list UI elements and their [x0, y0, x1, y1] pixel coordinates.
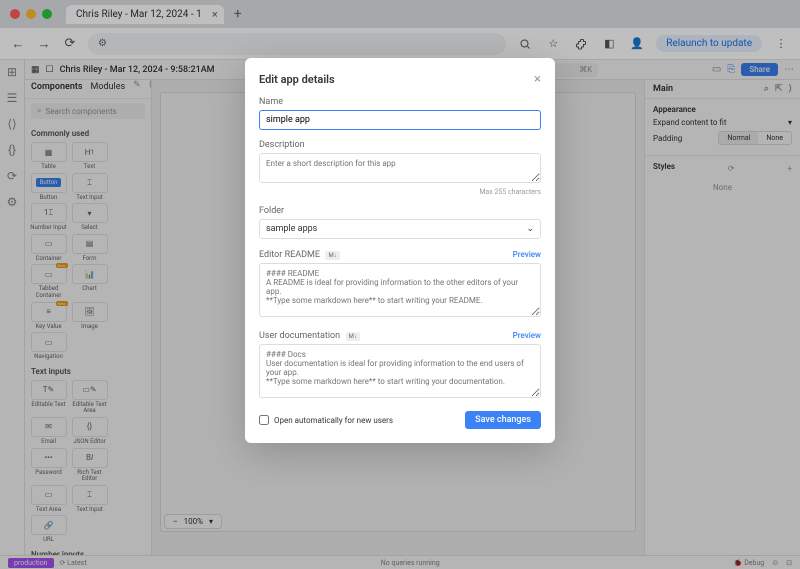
auto-open-input[interactable] — [259, 415, 269, 425]
description-label: Description — [259, 140, 541, 150]
docs-input[interactable] — [259, 344, 541, 398]
readme-input[interactable] — [259, 263, 541, 317]
save-button[interactable]: Save changes — [465, 411, 541, 429]
description-hint: Max 255 characters — [259, 188, 541, 196]
name-label: Name — [259, 97, 541, 107]
close-icon[interactable]: × — [534, 72, 541, 87]
modal-title: Edit app details — [259, 73, 335, 86]
auto-open-checkbox[interactable]: Open automatically for new users — [259, 415, 393, 425]
markdown-badge-icon: M↓ — [325, 251, 339, 260]
auto-open-label: Open automatically for new users — [274, 416, 393, 425]
folder-select[interactable]: sample apps ⌄ — [259, 219, 541, 239]
readme-preview-link[interactable]: Preview — [513, 250, 541, 259]
name-input[interactable] — [259, 110, 541, 130]
folder-value: sample apps — [266, 224, 317, 234]
folder-label: Folder — [259, 206, 541, 216]
edit-app-modal: Edit app details × Name Description Max … — [245, 58, 555, 443]
description-input[interactable] — [259, 153, 541, 183]
docs-label: User documentation — [259, 331, 340, 341]
markdown-badge-icon: M↓ — [346, 332, 360, 341]
modal-overlay[interactable]: Edit app details × Name Description Max … — [0, 0, 800, 569]
docs-preview-link[interactable]: Preview — [513, 331, 541, 340]
readme-label: Editor README — [259, 250, 320, 260]
chevron-down-icon: ⌄ — [526, 224, 534, 234]
